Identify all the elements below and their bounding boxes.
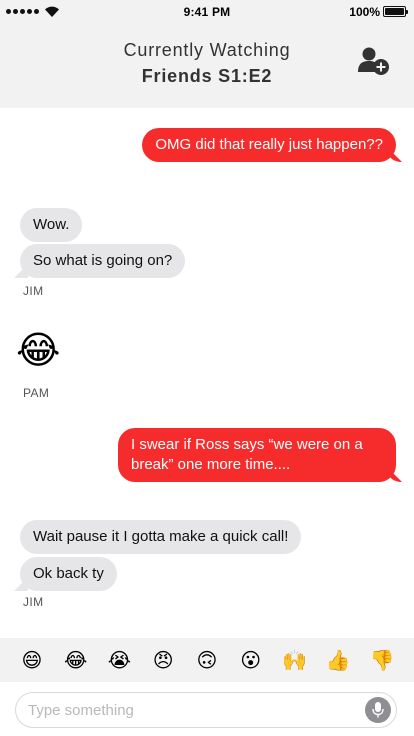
header-title: Friends S1:E2 [141, 66, 273, 86]
emoji-surprised-button[interactable]: 😮 [236, 645, 266, 675]
header-subtitle: Currently Watching [123, 40, 291, 60]
sender-name: PAM [23, 386, 50, 400]
battery-icon [383, 6, 408, 17]
message-bubble-outgoing[interactable]: OMG did that really just happen?? [142, 128, 396, 162]
emoji-message[interactable]: 😂 [16, 328, 60, 372]
message-input[interactable] [28, 693, 358, 727]
message-bubble-incoming[interactable]: Wow. [20, 208, 83, 242]
message-bubble-incoming[interactable]: So what is going on? [20, 244, 186, 278]
microphone-button[interactable] [365, 697, 391, 723]
message-bubble-outgoing[interactable]: I swear if Ross says “we were on a break… [118, 428, 396, 482]
message-bubble-incoming[interactable]: Wait pause it I gotta make a quick call! [20, 520, 302, 554]
emoji-crying-button[interactable]: 😭 [104, 645, 134, 675]
battery-percent: 100% [349, 5, 380, 19]
emoji-thumbs-up-button[interactable]: 👍 [323, 645, 353, 675]
emoji-raised-hands-button[interactable]: 🙌 [279, 645, 309, 675]
status-bar: 9:41 PM 100% [0, 0, 414, 24]
header: Currently Watching Friends S1:E2 [0, 24, 414, 108]
sender-name: JIM [23, 595, 44, 609]
message-input-container [15, 692, 397, 728]
emoji-quick-bar: 😄 😂 😭 😠 🙃 😮 🙌 👍 👎 [0, 638, 414, 682]
add-user-button[interactable] [358, 46, 392, 76]
emoji-thumbs-down-button[interactable]: 👎 [367, 645, 397, 675]
emoji-upside-down-button[interactable]: 🙃 [192, 645, 222, 675]
message-composer [0, 682, 414, 736]
add-user-icon [358, 47, 389, 75]
microphone-icon [372, 702, 384, 718]
message-bubble-incoming[interactable]: Ok back ty [20, 557, 117, 591]
sender-name: JIM [23, 284, 44, 298]
emoji-tears-of-joy-button[interactable]: 😂 [61, 645, 91, 675]
emoji-grinning-button[interactable]: 😄 [17, 645, 47, 675]
emoji-angry-button[interactable]: 😠 [148, 645, 178, 675]
